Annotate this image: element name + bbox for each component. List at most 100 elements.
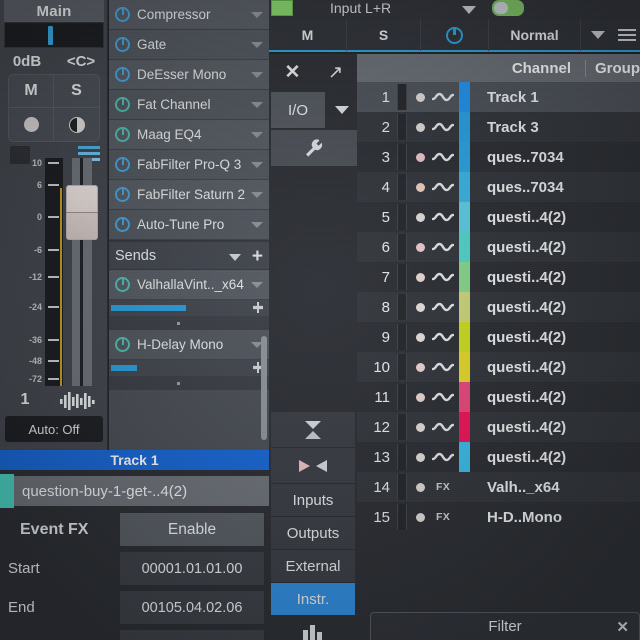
row-gutter[interactable] xyxy=(397,294,407,320)
track-color-strip[interactable] xyxy=(459,442,470,472)
row-gutter[interactable] xyxy=(397,324,407,350)
hamburger-menu-icon[interactable] xyxy=(615,19,639,51)
insert-slot[interactable]: Maag EQ4 xyxy=(109,120,269,150)
insert-slot[interactable]: FabFilter Pro-Q 3 xyxy=(109,150,269,180)
nav-button-inputs[interactable]: Inputs xyxy=(271,484,355,517)
insert-slot[interactable]: DeEsser Mono xyxy=(109,60,269,90)
table-row[interactable]: 9 questi..4(2) xyxy=(357,322,640,352)
power-icon[interactable] xyxy=(115,97,130,112)
track-name[interactable]: ques..7034 xyxy=(487,179,564,196)
collapse-arrows-icon[interactable] xyxy=(271,412,355,448)
mute-button-top[interactable]: M xyxy=(269,19,347,51)
monitor-mode-label[interactable]: Normal xyxy=(489,19,581,51)
row-gutter[interactable] xyxy=(397,414,407,440)
row-gutter[interactable] xyxy=(397,354,407,380)
table-row[interactable]: 13 questi..4(2) xyxy=(357,442,640,472)
record-dot-icon[interactable] xyxy=(416,302,425,312)
record-dot-icon[interactable] xyxy=(416,392,425,402)
track-name[interactable]: Track 1 xyxy=(487,89,539,106)
solo-button[interactable]: S xyxy=(54,75,99,108)
chevron-down-icon[interactable] xyxy=(251,42,263,48)
sends-header[interactable]: Sends + xyxy=(109,240,269,270)
chevron-down-icon[interactable] xyxy=(229,254,241,261)
monitor-button[interactable] xyxy=(54,108,99,141)
table-row[interactable]: 1 Track 1 xyxy=(357,82,640,112)
row-gutter[interactable] xyxy=(397,114,407,140)
record-dot-icon[interactable] xyxy=(416,212,425,222)
fold-arrows-icon[interactable] xyxy=(271,448,355,484)
record-dot-icon[interactable] xyxy=(416,452,425,462)
track-name[interactable]: Track 3 xyxy=(487,119,539,136)
inspector-event-name[interactable]: question-buy-1-get-..4(2) xyxy=(14,476,269,506)
chevron-down-icon[interactable] xyxy=(251,282,263,288)
record-dot-icon[interactable] xyxy=(416,512,425,522)
pan-value[interactable]: <C> xyxy=(54,48,108,74)
gain-value[interactable]: 0dB xyxy=(0,48,54,74)
inspector-row-value[interactable]: Enable xyxy=(120,513,264,546)
nav-button-outputs[interactable]: Outputs xyxy=(271,517,355,550)
send-level-fader[interactable] xyxy=(109,360,269,376)
chevron-down-icon[interactable] xyxy=(251,162,263,168)
chevron-down-icon[interactable] xyxy=(251,12,263,18)
nav-button-external[interactable]: External xyxy=(271,550,355,583)
track-color-strip[interactable] xyxy=(459,502,470,532)
channel-strip-name[interactable]: Main xyxy=(4,0,104,22)
track-color-strip[interactable] xyxy=(459,322,470,352)
track-name[interactable]: questi..4(2) xyxy=(487,449,566,466)
track-color-strip[interactable] xyxy=(459,172,470,202)
table-row[interactable]: 6 questi..4(2) xyxy=(357,232,640,262)
record-dot-icon[interactable] xyxy=(416,482,425,492)
power-icon[interactable] xyxy=(115,187,130,202)
track-name[interactable]: questi..4(2) xyxy=(487,239,566,256)
column-header-channel[interactable]: Channel xyxy=(357,60,585,77)
power-icon[interactable] xyxy=(115,337,130,352)
send-pan-row[interactable] xyxy=(109,316,269,330)
chevron-down-icon[interactable] xyxy=(251,72,263,78)
table-row[interactable]: 14 FX Valh.._x64 xyxy=(357,472,640,502)
selected-track-banner[interactable]: Track 1 xyxy=(0,450,269,470)
track-name[interactable]: questi..4(2) xyxy=(487,419,566,436)
table-row[interactable]: 7 questi..4(2) xyxy=(357,262,640,292)
row-gutter[interactable] xyxy=(397,174,407,200)
power-button-top[interactable] xyxy=(421,19,489,51)
table-row[interactable]: 8 questi..4(2) xyxy=(357,292,640,322)
track-name[interactable]: Valh.._x64 xyxy=(487,479,560,496)
power-icon[interactable] xyxy=(115,67,130,82)
power-icon[interactable] xyxy=(115,157,130,172)
close-x-icon[interactable]: ✕ xyxy=(271,54,314,90)
track-color-strip[interactable] xyxy=(459,112,470,142)
row-gutter[interactable] xyxy=(397,444,407,470)
power-icon[interactable] xyxy=(115,277,130,292)
track-name[interactable]: H-D..Mono xyxy=(487,509,562,526)
inspector-row-value[interactable]: Not Set xyxy=(120,630,264,640)
io-button[interactable]: I/O xyxy=(271,92,325,128)
row-gutter[interactable] xyxy=(397,384,407,410)
table-row[interactable]: 2 Track 3 xyxy=(357,112,640,142)
track-color-strip[interactable] xyxy=(459,472,470,502)
track-name[interactable]: questi..4(2) xyxy=(487,359,566,376)
track-color-strip[interactable] xyxy=(459,262,470,292)
row-gutter[interactable] xyxy=(397,234,407,260)
expand-arrow-icon[interactable]: ↗ xyxy=(314,54,357,90)
track-color-strip[interactable] xyxy=(459,232,470,262)
send-slot[interactable]: H-Delay Mono xyxy=(109,330,269,360)
insert-slot[interactable]: Gate xyxy=(109,30,269,60)
record-dot-icon[interactable] xyxy=(416,92,425,102)
track-color-strip[interactable] xyxy=(459,202,470,232)
record-dot-icon[interactable] xyxy=(416,182,425,192)
track-color-strip[interactable] xyxy=(459,412,470,442)
table-row[interactable]: 15 FX H-D..Mono xyxy=(357,502,640,532)
monitor-mode-chevron[interactable] xyxy=(581,19,615,51)
track-color-strip[interactable] xyxy=(459,352,470,382)
close-x-icon[interactable]: ✕ xyxy=(616,618,629,636)
table-row[interactable]: 3 ques..7034 xyxy=(357,142,640,172)
mini-meters-icon[interactable] xyxy=(271,616,355,640)
table-row[interactable]: 10 questi..4(2) xyxy=(357,352,640,382)
wrench-icon[interactable] xyxy=(271,130,357,166)
filter-panel[interactable]: Filter ✕ xyxy=(370,612,640,640)
row-gutter[interactable] xyxy=(397,84,407,110)
add-send-button[interactable]: + xyxy=(252,247,263,266)
send-pan-row[interactable] xyxy=(109,376,269,390)
record-dot-icon[interactable] xyxy=(416,422,425,432)
track-color-strip[interactable] xyxy=(459,82,470,112)
